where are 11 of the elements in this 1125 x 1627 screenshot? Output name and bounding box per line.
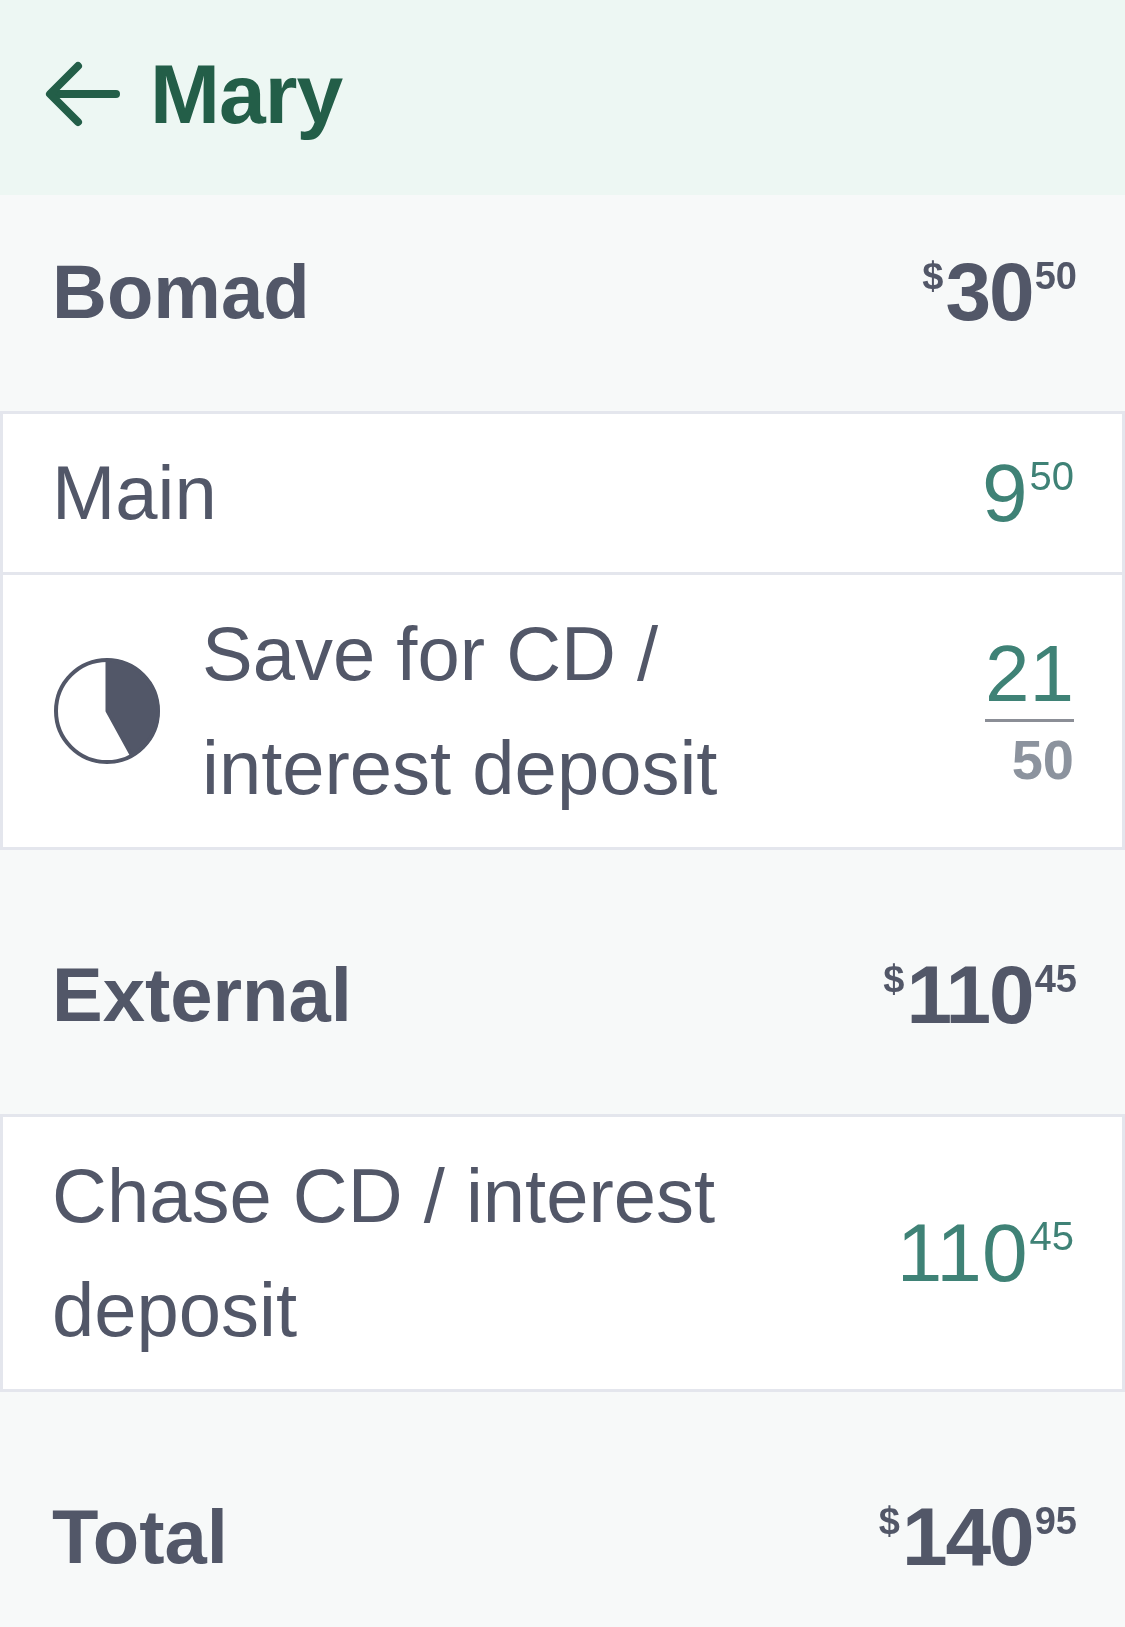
total-label: Total bbox=[52, 1493, 228, 1581]
account-name: Main bbox=[52, 449, 217, 537]
goal-name: Save for CD / interest deposit bbox=[202, 610, 719, 812]
section-title: External bbox=[52, 951, 352, 1039]
goal-amount: 50 bbox=[1011, 727, 1074, 792]
page-title: Mary bbox=[150, 45, 343, 143]
section-title: Bomad bbox=[52, 248, 310, 336]
saved-amount: 21 bbox=[985, 630, 1074, 717]
back-button[interactable] bbox=[44, 60, 120, 127]
pie-chart-icon bbox=[52, 656, 162, 766]
account-name: Chase CD / interest deposit bbox=[52, 1152, 717, 1354]
